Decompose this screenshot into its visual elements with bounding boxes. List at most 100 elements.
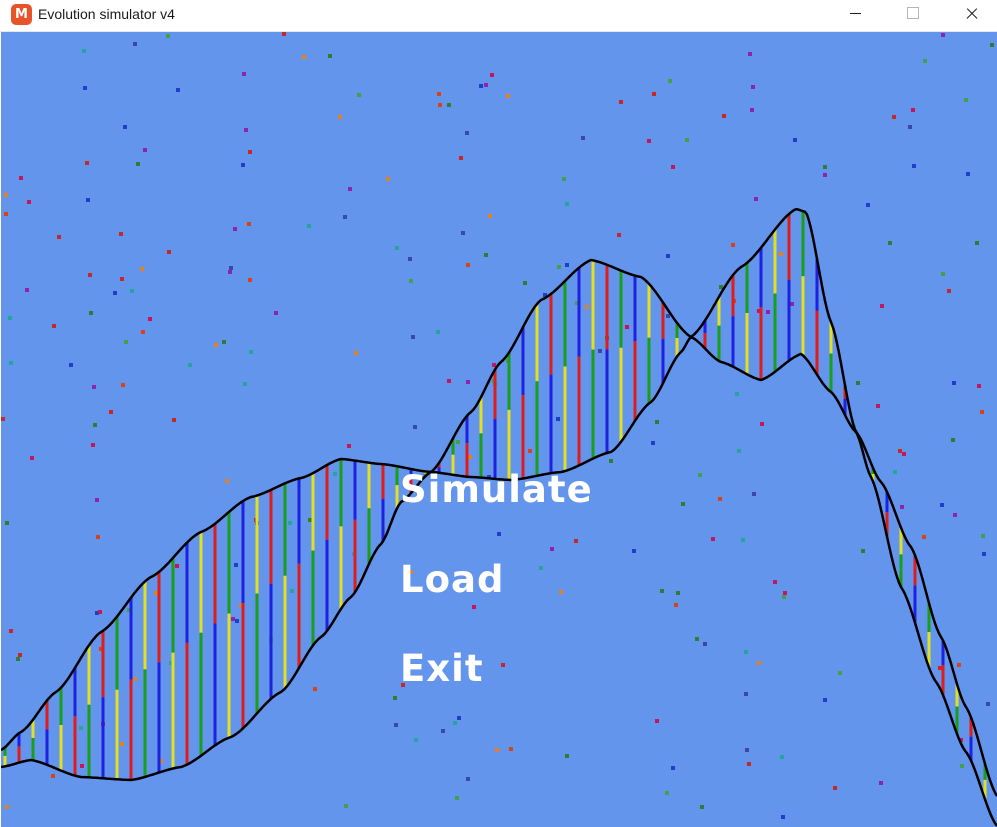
- particle-dot: [130, 289, 134, 293]
- particle-dot: [133, 677, 137, 681]
- particle-dot: [231, 617, 235, 621]
- particle-dot: [938, 666, 942, 670]
- simulation-scene: [1, 32, 997, 827]
- particle-dot: [338, 115, 342, 119]
- particle-dot: [750, 108, 754, 112]
- particle-dot: [488, 214, 492, 218]
- particle-dot: [313, 687, 317, 691]
- particle-dot: [229, 266, 233, 270]
- particle-dot: [490, 73, 494, 77]
- particle-dot: [25, 288, 29, 292]
- particle-dot: [676, 591, 680, 595]
- particle-dot: [121, 383, 125, 387]
- particle-dot: [222, 340, 226, 344]
- particle-dot: [951, 438, 955, 442]
- particle-dot: [790, 302, 794, 306]
- load-button[interactable]: Load: [400, 558, 504, 601]
- particle-dot: [302, 55, 306, 59]
- particle-dot: [975, 241, 979, 245]
- particle-dot: [539, 566, 543, 570]
- particle-dot: [964, 98, 968, 102]
- particle-dot: [441, 729, 445, 733]
- particle-dot: [982, 552, 986, 556]
- particle-dot: [247, 222, 251, 226]
- particle-dot: [408, 257, 412, 261]
- particle-dot: [89, 311, 93, 315]
- particle-dot: [328, 54, 332, 58]
- particle-dot: [960, 764, 964, 768]
- title-bar[interactable]: M Evolution simulator v4: [0, 0, 997, 32]
- particle-dot: [562, 177, 566, 181]
- particle-dot: [861, 549, 865, 553]
- particle-dot: [866, 203, 870, 207]
- particle-dot: [902, 452, 906, 456]
- particle-dot: [666, 314, 670, 318]
- particle-dot: [447, 103, 451, 107]
- particle-dot: [922, 535, 926, 539]
- particle-dot: [773, 580, 777, 584]
- particle-dot: [27, 200, 31, 204]
- particle-dot: [838, 671, 842, 675]
- particle-dot: [711, 537, 715, 541]
- particle-dot: [413, 425, 417, 429]
- particle-dot: [225, 479, 229, 483]
- particle-dot: [565, 263, 569, 267]
- particle-dot: [757, 661, 761, 665]
- particle-dot: [912, 164, 916, 168]
- particle-dot: [509, 747, 513, 751]
- particle-dot: [492, 363, 496, 367]
- particle-dot: [479, 84, 483, 88]
- particle-dot: [8, 316, 12, 320]
- particle-dot: [347, 444, 351, 448]
- particle-dot: [141, 330, 145, 334]
- particle-dot: [354, 351, 358, 355]
- particle-dot: [880, 304, 884, 308]
- particle-dot: [952, 381, 956, 385]
- particle-dot: [651, 441, 655, 445]
- particle-dot: [140, 267, 144, 271]
- particle-dot: [234, 563, 238, 567]
- particle-dot: [282, 32, 286, 36]
- particle-dot: [83, 86, 87, 90]
- maximize-icon[interactable]: [889, 0, 935, 31]
- particle-dot: [343, 215, 347, 219]
- particle-dot: [484, 83, 488, 87]
- particle-dot: [393, 696, 397, 700]
- particle-dot: [394, 723, 398, 727]
- particle-dot: [188, 363, 192, 367]
- simulate-button[interactable]: Simulate: [400, 468, 593, 511]
- particle-dot: [856, 381, 860, 385]
- minimize-icon[interactable]: [832, 0, 878, 31]
- exit-button[interactable]: Exit: [400, 647, 484, 690]
- window-title: Evolution simulator v4: [38, 6, 175, 22]
- particle-dot: [748, 52, 752, 56]
- particle-dot: [109, 410, 113, 414]
- particle-dot: [735, 392, 739, 396]
- particle-dot: [495, 748, 499, 752]
- particle-dot: [120, 742, 124, 746]
- particle-dot: [823, 173, 827, 177]
- particle-dot: [414, 738, 418, 742]
- particle-dot: [143, 148, 147, 152]
- game-viewport[interactable]: Simulate Load Exit: [1, 32, 997, 827]
- particle-dot: [242, 72, 246, 76]
- particle-dot: [703, 642, 707, 646]
- particle-dot: [744, 692, 748, 696]
- close-icon[interactable]: [948, 0, 994, 31]
- particle-dot: [395, 246, 399, 250]
- particle-dot: [528, 449, 532, 453]
- particle-dot: [409, 279, 413, 283]
- particle-dot: [781, 815, 785, 819]
- particle-dot: [248, 278, 252, 282]
- particle-dot: [248, 150, 252, 154]
- particle-dot: [5, 521, 9, 525]
- particle-dot: [674, 603, 678, 607]
- particle-dot: [274, 311, 278, 315]
- particle-dot: [228, 270, 232, 274]
- particle-dot: [176, 88, 180, 92]
- particle-dot: [119, 232, 123, 236]
- particle-dot: [233, 227, 237, 231]
- particle-dot: [565, 202, 569, 206]
- particle-dot: [466, 380, 470, 384]
- particle-dot: [900, 505, 904, 509]
